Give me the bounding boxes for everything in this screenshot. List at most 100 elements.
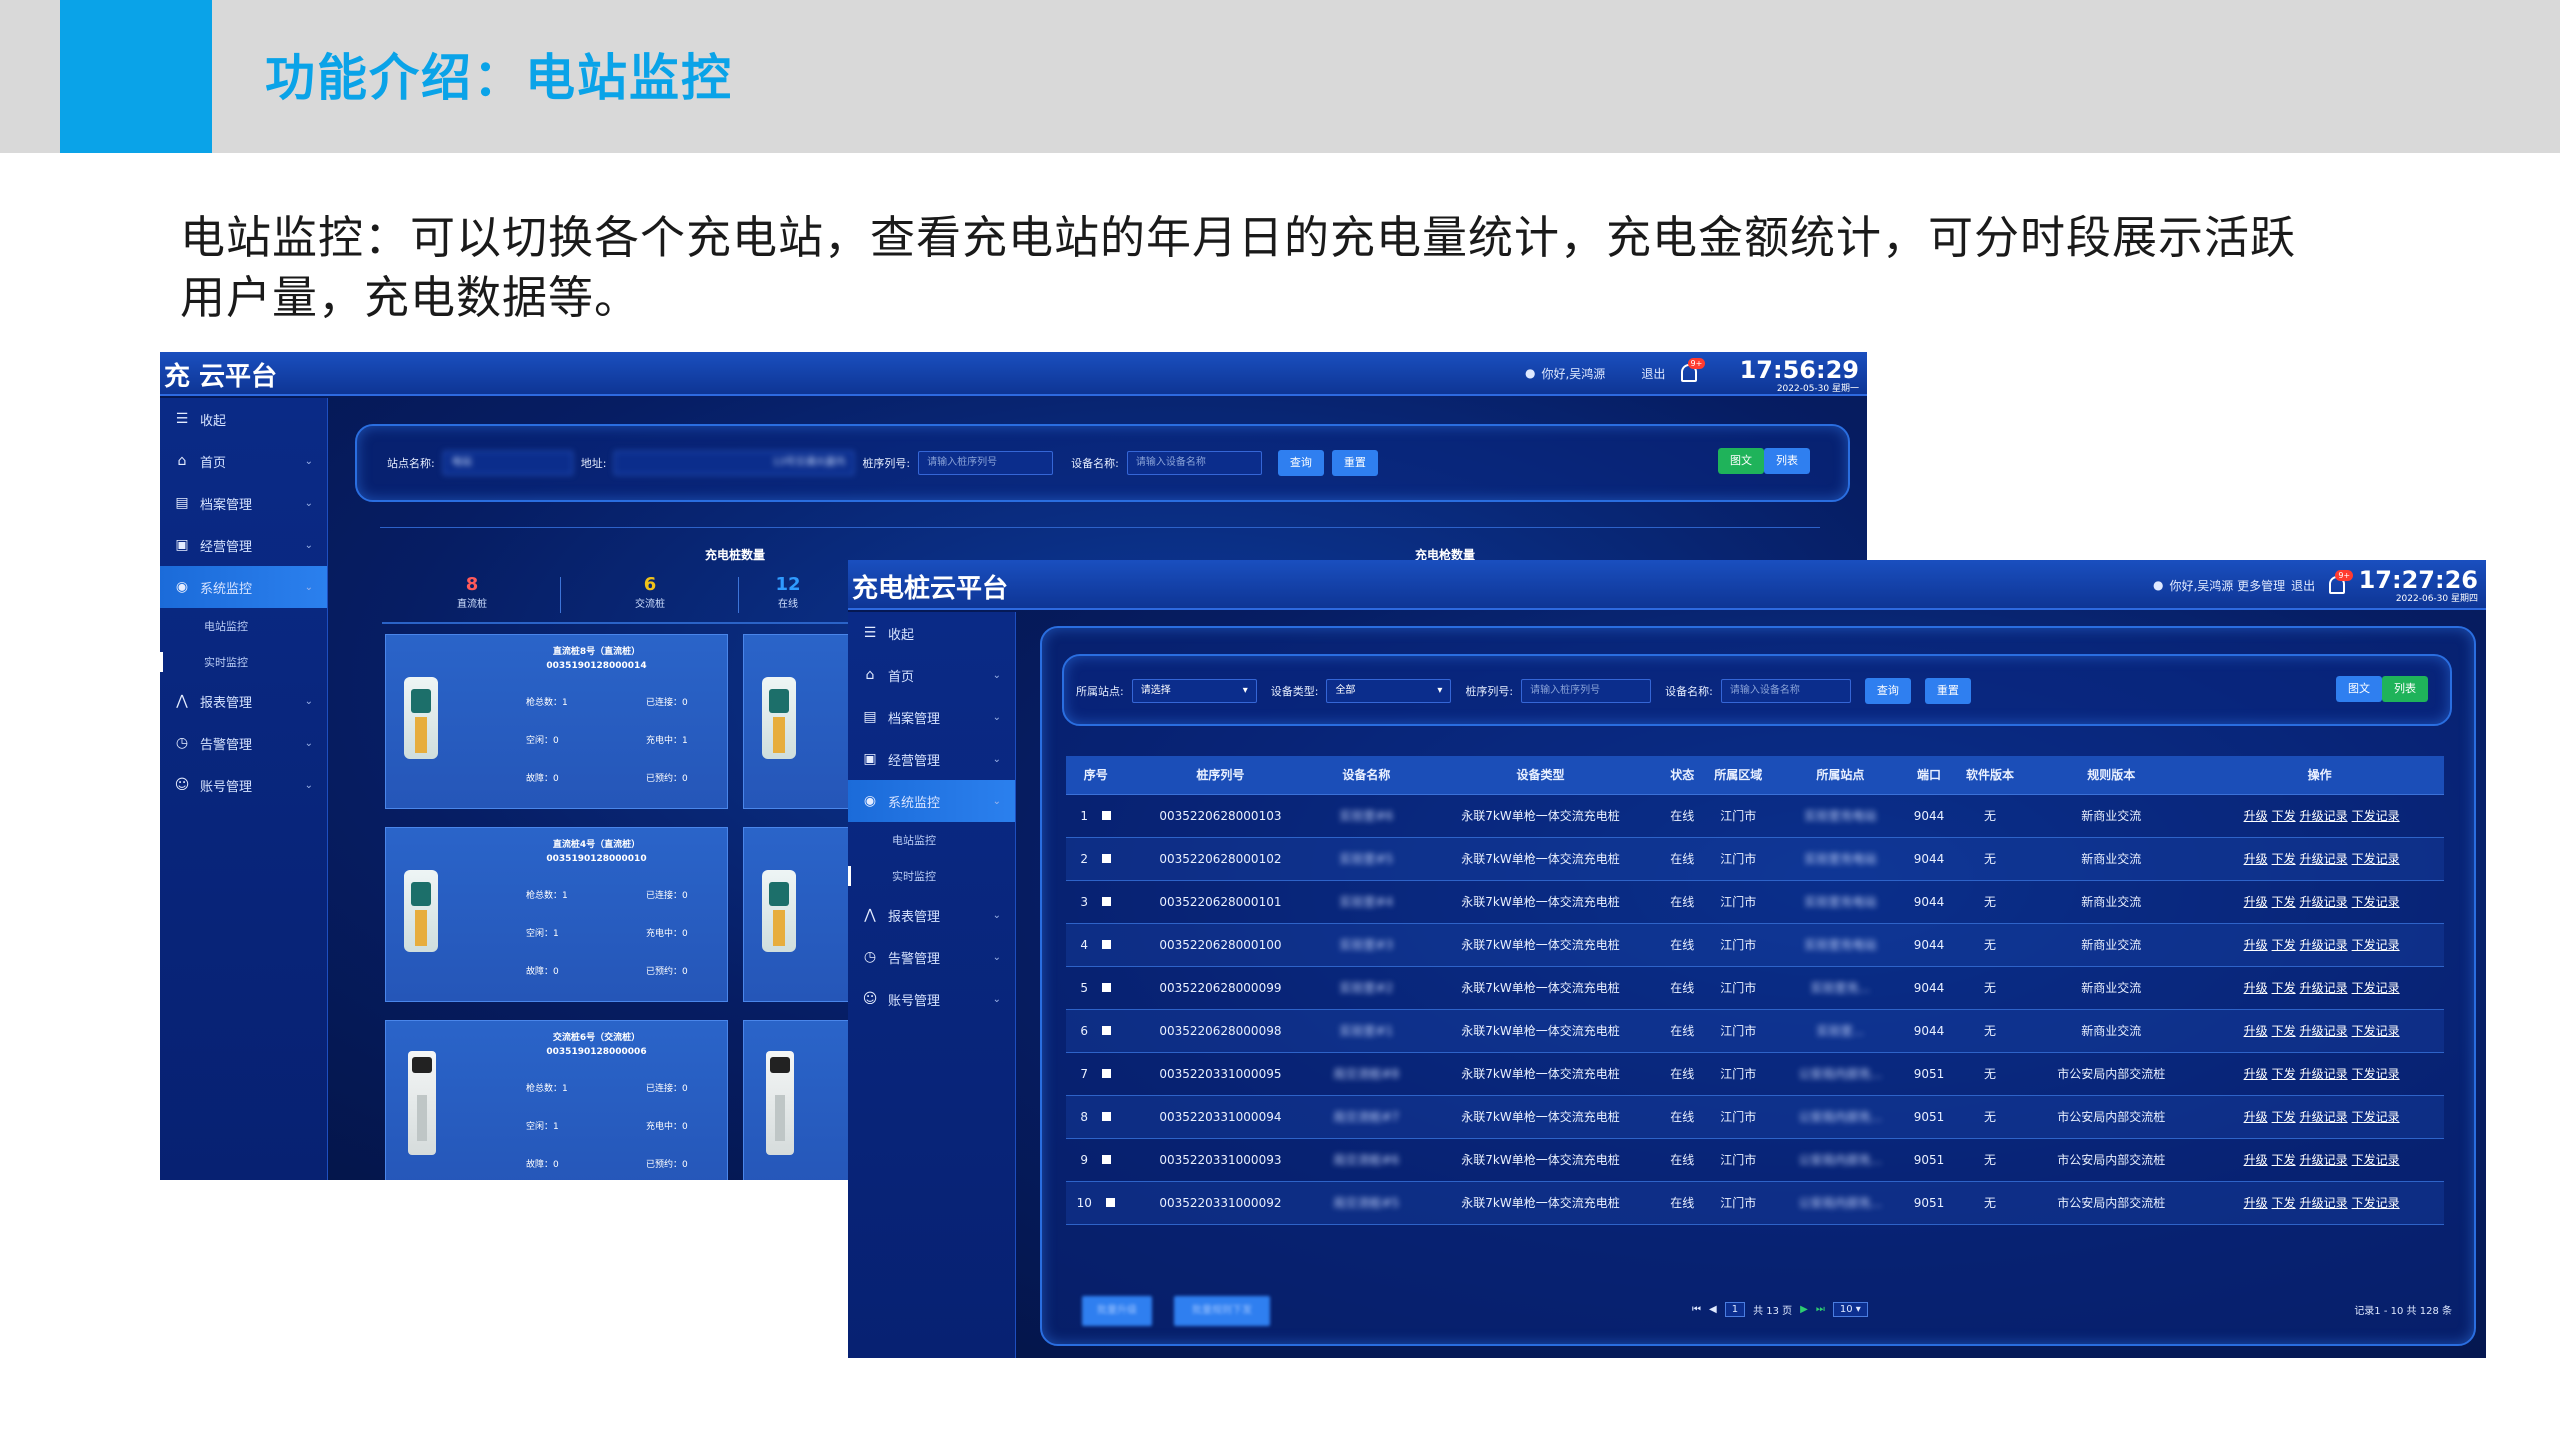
table-row[interactable]: 9 0035220331000093 局交流桩#6 永联7kW单枪一体交流充电桩 在线 江… xyxy=(1066,1138,2444,1182)
op-link[interactable]: 下发 xyxy=(2272,1067,2296,1081)
nav-realtime-monitor[interactable]: 实时监控 xyxy=(848,858,1015,894)
row-checkbox[interactable] xyxy=(1105,1197,1115,1207)
table-row[interactable]: 8 0035220331000094 局交流桩#7 永联7kW单枪一体交流充电桩 在线 江… xyxy=(1066,1095,2444,1139)
op-link[interactable]: 升级 xyxy=(2244,1067,2268,1081)
last-page-icon[interactable]: ⏭ xyxy=(1816,1304,1825,1315)
op-link[interactable]: 下发 xyxy=(2272,1153,2296,1167)
batch-rule-button[interactable]: 批量规则下发 xyxy=(1174,1296,1270,1326)
op-link[interactable]: 下发记录 xyxy=(2352,1153,2400,1167)
reset-button[interactable]: 重置 xyxy=(1924,678,1971,704)
table-row[interactable]: 6 0035220628000098 实验室#1 永联7kW单枪一体交流充电桩 在线 江门… xyxy=(1066,1009,2444,1053)
list-view-button[interactable]: 列表 xyxy=(1764,448,1810,474)
op-link[interactable]: 下发记录 xyxy=(2352,1024,2400,1038)
op-link[interactable]: 下发记录 xyxy=(2352,938,2400,952)
op-link[interactable]: 下发记录 xyxy=(2352,809,2400,823)
op-link[interactable]: 下发记录 xyxy=(2352,895,2400,909)
logout-link[interactable]: 退出 xyxy=(1641,365,1665,382)
nav-report[interactable]: ⋀ 报表管理 ⌄ xyxy=(848,894,1015,936)
op-link[interactable]: 下发 xyxy=(2272,938,2296,952)
type-select[interactable]: 全部 ▾ xyxy=(1326,679,1452,703)
row-checkbox[interactable] xyxy=(1102,939,1112,949)
bell-icon[interactable]: 9+ xyxy=(2329,570,2354,594)
first-page-icon[interactable]: ⏮ xyxy=(1692,1304,1701,1315)
station-select[interactable]: 请选择 ▾ xyxy=(1131,679,1257,703)
op-link[interactable]: 下发 xyxy=(2272,981,2296,995)
op-link[interactable]: 下发记录 xyxy=(2352,1196,2400,1210)
op-link[interactable]: 升级记录 xyxy=(2300,895,2348,909)
nav-station-monitor[interactable]: 电站监控 xyxy=(848,822,1015,858)
op-link[interactable]: 下发 xyxy=(2272,1110,2296,1124)
nav-account[interactable]: ☺ 账号管理 ⌄ xyxy=(848,978,1015,1020)
card-view-button[interactable]: 图文 xyxy=(1718,448,1764,474)
query-button[interactable]: 查询 xyxy=(1864,678,1911,704)
serial-input[interactable]: 请输入桩序列号 xyxy=(1521,679,1652,703)
card-view-button[interactable]: 图文 xyxy=(2336,676,2382,702)
op-link[interactable]: 升级记录 xyxy=(2300,938,2348,952)
serial-input[interactable]: 请输入桩序列号 xyxy=(918,451,1054,475)
op-link[interactable]: 下发 xyxy=(2272,895,2296,909)
table-row[interactable]: 1 0035220628000103 实验室#6 永联7kW单枪一体交流充电桩 在线 江门… xyxy=(1066,794,2444,838)
op-link[interactable]: 下发记录 xyxy=(2352,1110,2400,1124)
nav-system-monitor[interactable]: ◉ 系统监控 ⌄ xyxy=(160,566,327,608)
nav-business[interactable]: ▣ 经营管理 ⌄ xyxy=(160,524,327,566)
next-page-icon[interactable]: ▶ xyxy=(1800,1304,1808,1315)
op-link[interactable]: 升级 xyxy=(2244,938,2268,952)
nav-station-monitor[interactable]: 电站监控 xyxy=(160,608,327,644)
op-link[interactable]: 升级 xyxy=(2244,981,2268,995)
nav-system-monitor[interactable]: ◉ 系统监控 ⌄ xyxy=(848,780,1015,822)
op-link[interactable]: 升级记录 xyxy=(2300,809,2348,823)
row-checkbox[interactable] xyxy=(1102,810,1112,820)
op-link[interactable]: 升级 xyxy=(2244,1024,2268,1038)
logout-link[interactable]: 退出 xyxy=(2291,577,2315,594)
op-link[interactable]: 下发 xyxy=(2272,852,2296,866)
query-button[interactable]: 查询 xyxy=(1277,450,1324,476)
list-view-button[interactable]: 列表 xyxy=(2382,676,2428,702)
op-link[interactable]: 升级 xyxy=(2244,895,2268,909)
reset-button[interactable]: 重置 xyxy=(1331,450,1378,476)
row-checkbox[interactable] xyxy=(1102,1068,1112,1078)
nav-report[interactable]: ⋀ 报表管理 ⌄ xyxy=(160,680,327,722)
table-row[interactable]: 5 0035220628000099 实验室#2 永联7kW单枪一体交流充电桩 在线 江门… xyxy=(1066,966,2444,1010)
device-input[interactable]: 请输入设备名称 xyxy=(1720,679,1851,703)
table-row[interactable]: 7 0035220331000095 局交流桩#8 永联7kW单枪一体交流充电桩 在线 江… xyxy=(1066,1052,2444,1096)
row-checkbox[interactable] xyxy=(1102,853,1112,863)
nav-collapse[interactable]: ☰ 收起 xyxy=(848,612,1015,654)
op-link[interactable]: 下发记录 xyxy=(2352,981,2400,995)
nav-alarm[interactable]: ◷ 告警管理 ⌄ xyxy=(160,722,327,764)
table-row[interactable]: 10 0035220331000092 局交流桩#5 永联7kW单枪一体交流充电桩 在线… xyxy=(1066,1181,2444,1225)
pile-card[interactable]: 交流桩6号（交流桩） 0035190128000006 枪总数：1 已连接：0 空… xyxy=(385,1020,728,1180)
row-checkbox[interactable] xyxy=(1102,896,1112,906)
op-link[interactable]: 升级记录 xyxy=(2300,1024,2348,1038)
nav-archive[interactable]: ▤ 档案管理 ⌄ xyxy=(160,482,327,524)
table-row[interactable]: 4 0035220628000100 实验室#3 永联7kW单枪一体交流充电桩 在线 江门… xyxy=(1066,923,2444,967)
op-link[interactable]: 下发 xyxy=(2272,809,2296,823)
op-link[interactable]: 升级记录 xyxy=(2300,981,2348,995)
row-checkbox[interactable] xyxy=(1102,1025,1112,1035)
table-row[interactable]: 2 0035220628000102 实验室#5 永联7kW单枪一体交流充电桩 在线 江门… xyxy=(1066,837,2444,881)
page-size-select[interactable]: 10 ▾ xyxy=(1832,1302,1868,1317)
nav-collapse[interactable]: ☰ 收起 xyxy=(160,398,327,440)
op-link[interactable]: 升级 xyxy=(2244,1153,2268,1167)
nav-archive[interactable]: ▤ 档案管理 ⌄ xyxy=(848,696,1015,738)
batch-upgrade-button[interactable]: 批量升级 xyxy=(1082,1296,1152,1326)
op-link[interactable]: 升级 xyxy=(2244,1110,2268,1124)
pile-card[interactable]: 直流桩4号（直流桩） 0035190128000010 枪总数：1 已连接：0 空… xyxy=(385,827,728,1002)
station-field[interactable]: 电站 xyxy=(442,451,573,475)
op-link[interactable]: 升级记录 xyxy=(2300,1067,2348,1081)
nav-alarm[interactable]: ◷ 告警管理 ⌄ xyxy=(848,936,1015,978)
prev-page-icon[interactable]: ◀ xyxy=(1709,1304,1717,1315)
op-link[interactable]: 升级记录 xyxy=(2300,1110,2348,1124)
table-row[interactable]: 3 0035220628000101 实验室#4 永联7kW单枪一体交流充电桩 在线 江门… xyxy=(1066,880,2444,924)
page-input[interactable]: 1 xyxy=(1724,1302,1746,1317)
bell-icon[interactable]: 9+ xyxy=(1681,358,1706,382)
nav-home[interactable]: ⌂ 首页 ⌄ xyxy=(160,440,327,482)
row-checkbox[interactable] xyxy=(1102,1111,1112,1121)
op-link[interactable]: 升级记录 xyxy=(2300,1153,2348,1167)
pile-card[interactable]: 直流桩8号（直流桩） 0035190128000014 枪总数：1 已连接：0 空… xyxy=(385,634,728,809)
op-link[interactable]: 下发 xyxy=(2272,1024,2296,1038)
row-checkbox[interactable] xyxy=(1102,1154,1112,1164)
nav-home[interactable]: ⌂ 首页 ⌄ xyxy=(848,654,1015,696)
op-link[interactable]: 升级 xyxy=(2244,809,2268,823)
op-link[interactable]: 升级记录 xyxy=(2300,1196,2348,1210)
op-link[interactable]: 下发记录 xyxy=(2352,1067,2400,1081)
